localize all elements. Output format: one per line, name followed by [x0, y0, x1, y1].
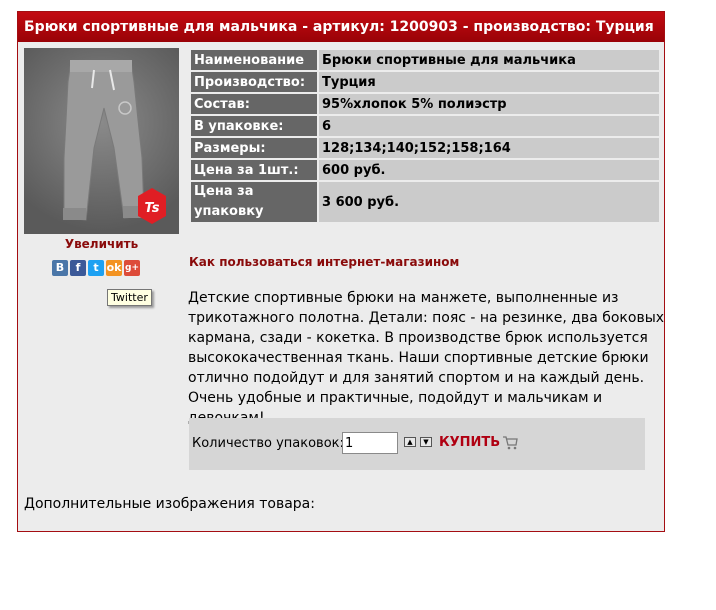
spec-value: Брюки спортивные для мальчика	[319, 50, 659, 70]
table-row: Цена за 1шт.: 600 руб.	[191, 160, 659, 180]
howto-link[interactable]: Как пользоваться интернет-магазином	[189, 255, 459, 269]
buy-button[interactable]: КУПИТЬ	[439, 435, 518, 450]
spec-table: Наименование Брюки спортивные для мальчи…	[189, 48, 661, 224]
product-description: Детские спортивные брюки на манжете, вып…	[188, 290, 665, 426]
spec-key: Цена за упаковку	[191, 182, 317, 222]
table-row: Размеры: 128;134;140;152;158;164	[191, 138, 659, 158]
increment-icon[interactable]: ▲	[404, 437, 416, 447]
spec-value: 128;134;140;152;158;164	[319, 138, 659, 158]
spec-key: Производство:	[191, 72, 317, 92]
spec-key: В упаковке:	[191, 116, 317, 136]
qty-label: Количество упаковок:	[192, 436, 344, 451]
spec-value: 6	[319, 116, 659, 136]
panel-title: Брюки спортивные для мальчика - артикул:…	[18, 12, 664, 42]
facebook-icon[interactable]: f	[70, 260, 86, 276]
extra-images-label: Дополнительные изображения товара:	[24, 496, 315, 512]
spec-key: Наименование	[191, 50, 317, 70]
quantity-input[interactable]	[342, 432, 398, 454]
product-panel: Брюки спортивные для мальчика - артикул:…	[17, 11, 665, 532]
spec-key: Состав:	[191, 94, 317, 114]
zoom-link[interactable]: Увеличить	[24, 237, 179, 251]
table-row: Цена за упаковку 3 600 руб.	[191, 182, 659, 222]
svg-text:Ts: Ts	[144, 201, 159, 216]
spec-key: Размеры:	[191, 138, 317, 158]
share-bar: В f t ok g+	[52, 260, 140, 276]
cart-icon	[503, 435, 518, 449]
twitter-icon[interactable]: t	[88, 260, 104, 276]
spec-value: 3 600 руб.	[319, 182, 659, 222]
table-row: Производство: Турция	[191, 72, 659, 92]
trousers-image: Ts	[63, 60, 166, 224]
spec-key: Цена за 1шт.:	[191, 160, 317, 180]
order-box: Количество упаковок: ▲ ▼ КУПИТЬ	[189, 418, 645, 470]
spec-value: Турция	[319, 72, 659, 92]
table-row: В упаковке: 6	[191, 116, 659, 136]
decrement-icon[interactable]: ▼	[420, 437, 432, 447]
vkontakte-icon[interactable]: В	[52, 260, 68, 276]
product-photo[interactable]: Ts	[24, 48, 179, 234]
spec-value: 600 руб.	[319, 160, 659, 180]
google-plus-icon[interactable]: g+	[124, 260, 140, 276]
buy-label: КУПИТЬ	[439, 435, 501, 450]
spec-value: 95%хлопок 5% полиэстр	[319, 94, 659, 114]
twitter-tooltip: Twitter	[107, 289, 152, 306]
table-row: Состав: 95%хлопок 5% полиэстр	[191, 94, 659, 114]
odnoklassniki-icon[interactable]: ok	[106, 260, 122, 276]
table-row: Наименование Брюки спортивные для мальчи…	[191, 50, 659, 70]
